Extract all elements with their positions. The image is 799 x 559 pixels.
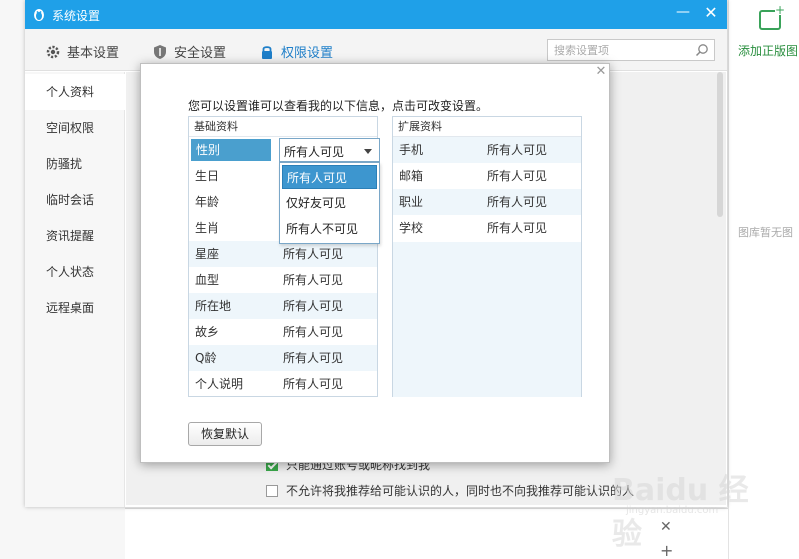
row-value[interactable]: 所有人可见 bbox=[487, 189, 547, 215]
extended-info-panel: 扩展资料 手机 所有人可见 邮箱 所有人可见 职业 所有人可见 学校 所有人可见 bbox=[392, 116, 582, 397]
title-bar: 系统设置 — ✕ bbox=[25, 0, 727, 29]
ext-row-email[interactable]: 邮箱 所有人可见 bbox=[393, 163, 581, 189]
dialog-intro-text: 您可以设置谁可以查看我的以下信息，点击可改变设置。 bbox=[188, 99, 489, 113]
dropdown-option-friends-only[interactable]: 仅好友可见 bbox=[282, 191, 377, 215]
gear-icon bbox=[46, 45, 60, 59]
shield-icon bbox=[154, 45, 166, 59]
sidebar-item-profile[interactable]: 个人资料 bbox=[25, 74, 125, 110]
tab-basic-settings[interactable]: 基本设置 bbox=[45, 42, 120, 61]
restore-defaults-button[interactable]: 恢复默认 bbox=[188, 422, 262, 446]
tab-security-settings[interactable]: 安全设置 bbox=[152, 42, 227, 61]
dropdown-option-nobody[interactable]: 所有人不可见 bbox=[282, 217, 377, 241]
row-key: 邮箱 bbox=[399, 169, 424, 183]
row-value[interactable]: 所有人可见 bbox=[487, 137, 547, 163]
ext-row-job[interactable]: 职业 所有人可见 bbox=[393, 189, 581, 215]
row-key: 血型 bbox=[195, 273, 220, 287]
info-row-constellation[interactable]: 星座 所有人可见 bbox=[189, 241, 377, 267]
row-key: 个人说明 bbox=[195, 377, 244, 391]
info-row-location[interactable]: 所在地 所有人可见 bbox=[189, 293, 377, 319]
visibility-dropdown: 所有人可见 仅好友可见 所有人不可见 bbox=[279, 162, 380, 244]
watermark: Baidu 经验 jingyan.baidu.com bbox=[612, 465, 762, 552]
row-key: 生日 bbox=[195, 169, 220, 183]
sidebar-item-anti-harassment[interactable]: 防骚扰 bbox=[25, 146, 125, 182]
row-value[interactable]: 所有人可见 bbox=[283, 319, 343, 345]
row-key: Q龄 bbox=[195, 351, 217, 365]
basic-info-header: 基础资料 bbox=[189, 117, 377, 137]
row-value[interactable]: 所有人可见 bbox=[283, 293, 343, 319]
row-value[interactable]: 所有人可见 bbox=[283, 371, 343, 397]
row-key: 生肖 bbox=[195, 221, 220, 235]
info-row-blood-type[interactable]: 血型 所有人可见 bbox=[189, 267, 377, 293]
row-key: 手机 bbox=[399, 143, 424, 157]
lock-icon bbox=[262, 46, 272, 59]
info-row-bio[interactable]: 个人说明 所有人可见 bbox=[189, 371, 377, 397]
extended-info-header: 扩展资料 bbox=[393, 117, 581, 137]
row-key: 故乡 bbox=[195, 325, 220, 339]
row-value[interactable]: 所有人可见 bbox=[283, 267, 343, 293]
window-title: 系统设置 bbox=[52, 9, 101, 23]
ext-row-phone[interactable]: 手机 所有人可见 bbox=[393, 137, 581, 163]
add-image-icon[interactable] bbox=[759, 5, 785, 30]
row-value[interactable]: 所有人可见 bbox=[487, 215, 547, 241]
option-label: 不允许将我推荐给可能认识的人，同时也不向我推荐可能认识的人 bbox=[286, 484, 635, 498]
penguin-logo-icon bbox=[34, 9, 44, 21]
dropdown-option-everyone[interactable]: 所有人可见 bbox=[282, 165, 377, 189]
content-scrollbar[interactable] bbox=[715, 72, 725, 217]
ext-row-school[interactable]: 学校 所有人可见 bbox=[393, 215, 581, 241]
checkbox-unchecked[interactable] bbox=[266, 485, 278, 497]
sidebar-item-temp-chat[interactable]: 临时会话 bbox=[25, 182, 125, 218]
sidebar-item-news-reminder[interactable]: 资讯提醒 bbox=[25, 218, 125, 254]
minimize-button[interactable]: — bbox=[675, 4, 691, 22]
sidebar-item-space-permission[interactable]: 空间权限 bbox=[25, 110, 125, 146]
row-value[interactable]: 所有人可见 bbox=[283, 241, 343, 267]
chevron-down-icon[interactable] bbox=[364, 149, 372, 154]
tab-permission-settings[interactable]: 权限设置 bbox=[259, 42, 334, 61]
scrollbar-thumb[interactable] bbox=[717, 72, 723, 217]
extended-panel-empty-area bbox=[393, 242, 581, 397]
option-no-recommend[interactable]: 不允许将我推荐给可能认识的人，同时也不向我推荐可能认识的人 bbox=[266, 482, 634, 499]
gallery-empty-label: 图库暂无图 bbox=[738, 226, 793, 239]
search-icon[interactable] bbox=[695, 43, 709, 57]
tab-label: 权限设置 bbox=[281, 46, 334, 61]
row-value[interactable]: 所有人可见 bbox=[487, 163, 547, 189]
row-value[interactable]: 所有人可见 bbox=[283, 345, 343, 371]
row-key: 性别 bbox=[191, 139, 271, 161]
row-key: 年龄 bbox=[195, 195, 220, 209]
row-key: 星座 bbox=[195, 247, 220, 261]
search-box[interactable] bbox=[547, 39, 715, 61]
privacy-dialog: ✕ 您可以设置谁可以查看我的以下信息，点击可改变设置。 基础资料 性别 生日 年… bbox=[140, 63, 610, 463]
tab-label: 基本设置 bbox=[67, 46, 120, 61]
watermark-url: jingyan.baidu.com bbox=[626, 505, 719, 516]
dialog-close-button[interactable]: ✕ bbox=[594, 65, 608, 79]
row-key: 所在地 bbox=[195, 299, 232, 313]
add-image-label[interactable]: 添加正版图 bbox=[738, 42, 798, 59]
visibility-select[interactable]: 所有人可见 bbox=[279, 138, 380, 162]
row-key: 职业 bbox=[399, 195, 424, 209]
info-row-q-age[interactable]: Q龄 所有人可见 bbox=[189, 345, 377, 371]
search-input[interactable] bbox=[548, 40, 688, 60]
sidebar-item-remote-desktop[interactable]: 远程桌面 bbox=[25, 290, 125, 326]
info-row-hometown[interactable]: 故乡 所有人可见 bbox=[189, 319, 377, 345]
close-window-button[interactable]: ✕ bbox=[703, 3, 719, 23]
tab-label: 安全设置 bbox=[174, 46, 227, 61]
sidebar-item-status[interactable]: 个人状态 bbox=[25, 254, 125, 290]
visibility-select-value: 所有人可见 bbox=[284, 145, 345, 159]
row-key: 学校 bbox=[399, 221, 424, 235]
sidebar: 个人资料 空间权限 防骚扰 临时会话 资讯提醒 个人状态 远程桌面 bbox=[25, 72, 125, 507]
